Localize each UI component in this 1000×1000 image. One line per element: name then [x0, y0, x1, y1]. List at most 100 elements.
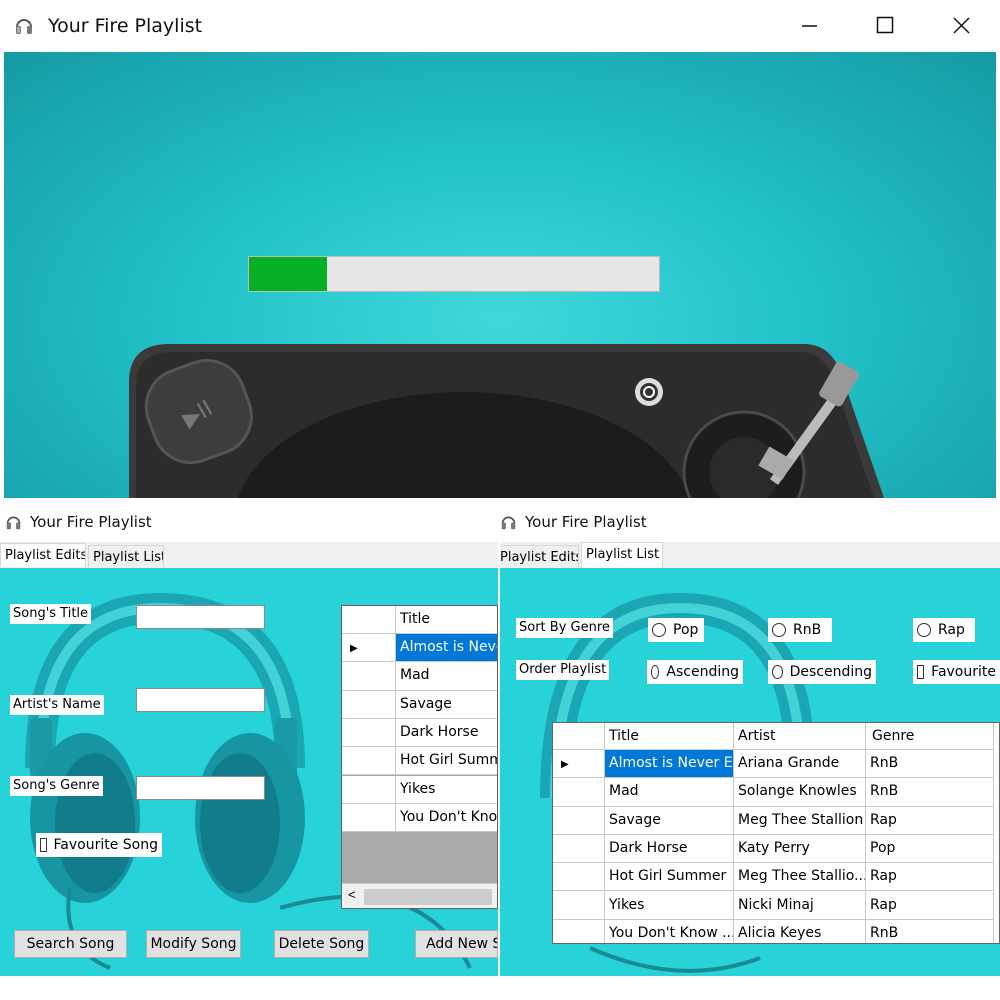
- tab-playlist-list[interactable]: Playlist List: [88, 545, 164, 569]
- column-header-title[interactable]: Title: [605, 723, 734, 750]
- table-cell[interactable]: RnB: [866, 919, 994, 943]
- table-cell[interactable]: Rap: [866, 806, 994, 835]
- scrollbar-thumb[interactable]: [364, 889, 492, 905]
- row-header[interactable]: [342, 775, 396, 804]
- row-header[interactable]: ▶: [553, 750, 605, 779]
- song-title-input[interactable]: [136, 605, 265, 629]
- song-genre-label: Song's Genre: [10, 776, 103, 796]
- row-header[interactable]: [342, 690, 396, 719]
- sort-rap-radio[interactable]: Rap: [913, 618, 975, 642]
- radio-icon: [651, 665, 660, 679]
- modify-song-button[interactable]: Modify Song: [146, 930, 241, 958]
- row-header[interactable]: ▶: [342, 634, 396, 663]
- tab-playlist-edits[interactable]: Playlist Edits: [0, 543, 86, 567]
- artist-name-input[interactable]: [136, 688, 265, 712]
- table-cell[interactable]: Meg Thee Stallion: [734, 806, 866, 835]
- delete-song-button[interactable]: Delete Song: [274, 930, 369, 958]
- table-cell[interactable]: Yikes: [396, 775, 497, 804]
- table-cell[interactable]: Yikes: [605, 891, 734, 920]
- row-header[interactable]: [553, 778, 605, 807]
- order-descending-radio[interactable]: Descending: [768, 660, 876, 684]
- radio-icon: [652, 623, 666, 637]
- order-ascending-radio[interactable]: Ascending: [647, 660, 743, 684]
- row-header[interactable]: [553, 834, 605, 864]
- tab-playlist-list[interactable]: Playlist List: [581, 542, 663, 568]
- table-cell[interactable]: Nicki Minaj: [734, 891, 866, 920]
- radio-icon: [772, 623, 786, 637]
- song-genre-input[interactable]: [136, 776, 265, 800]
- table-cell[interactable]: Katy Perry: [734, 834, 866, 864]
- window-title: Your Fire Playlist: [48, 15, 203, 37]
- tab-strip: Playlist Edits Playlist List: [0, 542, 498, 569]
- edits-window-titlebar: Your Fire Playlist: [0, 500, 498, 542]
- column-header-artist[interactable]: Artist: [734, 723, 866, 750]
- list-window: Your Fire Playlist Playlist Edits Playli…: [500, 500, 1000, 1000]
- edits-panel: Song's Title Artist's Name Song's Genre …: [0, 568, 498, 976]
- list-panel: Sort By Genre Pop RnB Rap Order Playlist…: [500, 568, 1000, 976]
- column-header-title[interactable]: Title: [396, 606, 497, 634]
- table-cell[interactable]: Rap: [866, 863, 994, 892]
- table-cell[interactable]: Solange Knowles: [734, 778, 866, 807]
- table-cell[interactable]: Alicia Keyes: [734, 919, 866, 943]
- artist-name-label: Artist's Name: [10, 695, 104, 715]
- table-cell[interactable]: Mad: [396, 662, 497, 691]
- table-cell[interactable]: Pop: [866, 834, 994, 864]
- favourite-song-label: Favourite Song: [53, 837, 158, 853]
- table-cell[interactable]: You Don't Know ...: [605, 919, 734, 943]
- add-new-song-button[interactable]: Add New So: [415, 930, 498, 958]
- favourite-song-checkbox[interactable]: Favourite Song: [36, 833, 162, 857]
- row-header[interactable]: [342, 747, 396, 776]
- column-header-genre[interactable]: Genre: [866, 723, 994, 750]
- sort-rnb-radio[interactable]: RnB: [768, 618, 832, 642]
- row-header[interactable]: [553, 919, 605, 943]
- sort-pop-radio[interactable]: Pop: [648, 618, 704, 642]
- table-cell[interactable]: Rap: [866, 891, 994, 920]
- table-cell[interactable]: You Don't Know: [396, 803, 497, 833]
- current-row-arrow-icon: ▶: [561, 759, 569, 770]
- table-cell[interactable]: Ariana Grande: [734, 750, 866, 779]
- rnb-label: RnB: [793, 622, 822, 638]
- main-window-titlebar: Your Fire Playlist: [0, 0, 1000, 52]
- minimize-button[interactable]: [786, 6, 832, 46]
- table-cell[interactable]: Hot Girl Summer: [605, 863, 734, 892]
- song-title-grid[interactable]: Title ▶ Almost is NeverMadSavageDark Hors…: [341, 605, 498, 909]
- table-cell[interactable]: Almost is Never E...: [605, 750, 734, 779]
- descending-label: Descending: [789, 664, 872, 680]
- table-cell[interactable]: Hot Girl Summer: [396, 747, 497, 776]
- pop-label: Pop: [673, 622, 699, 638]
- row-header[interactable]: [553, 806, 605, 835]
- table-cell[interactable]: Mad: [605, 778, 734, 807]
- order-playlist-label: Order Playlist: [516, 660, 610, 680]
- song-title-label: Song's Title: [10, 604, 92, 624]
- search-song-button[interactable]: Search Song: [14, 930, 127, 958]
- row-header-corner: [553, 723, 605, 750]
- table-cell[interactable]: Savage: [396, 690, 497, 719]
- horizontal-scrollbar[interactable]: <: [342, 883, 497, 908]
- table-cell[interactable]: Dark Horse: [605, 834, 734, 864]
- checkbox-icon: [40, 838, 47, 852]
- favourite-checkbox[interactable]: Favourite: [913, 660, 1000, 684]
- row-header[interactable]: [342, 662, 396, 691]
- loading-progress-bar: [248, 256, 660, 292]
- table-cell[interactable]: Dark Horse: [396, 718, 497, 748]
- row-header[interactable]: [342, 718, 396, 748]
- row-header[interactable]: [553, 863, 605, 892]
- playlist-grid[interactable]: Title Artist Genre ▶ Almost is Never E...…: [552, 722, 1000, 944]
- tab-strip: Playlist Edits Playlist List: [500, 542, 1000, 569]
- table-cell[interactable]: Meg Thee Stallio...: [734, 863, 866, 892]
- ascending-label: Ascending: [666, 664, 739, 680]
- table-cell[interactable]: RnB: [866, 778, 994, 807]
- close-icon: [952, 16, 970, 37]
- close-button[interactable]: [938, 6, 984, 46]
- table-cell[interactable]: Almost is Never: [396, 634, 497, 663]
- table-cell[interactable]: Savage: [605, 806, 734, 835]
- scroll-left-icon[interactable]: <: [348, 887, 356, 902]
- row-header[interactable]: [553, 891, 605, 920]
- table-cell[interactable]: RnB: [866, 750, 994, 779]
- row-header[interactable]: [342, 803, 396, 833]
- maximize-button[interactable]: [862, 6, 908, 46]
- tab-playlist-edits[interactable]: Playlist Edits: [500, 545, 579, 569]
- checkbox-icon: [917, 665, 925, 679]
- window-title: Your Fire Playlist: [525, 513, 647, 531]
- edits-window: Your Fire Playlist Playlist Edits Playli…: [0, 500, 498, 1000]
